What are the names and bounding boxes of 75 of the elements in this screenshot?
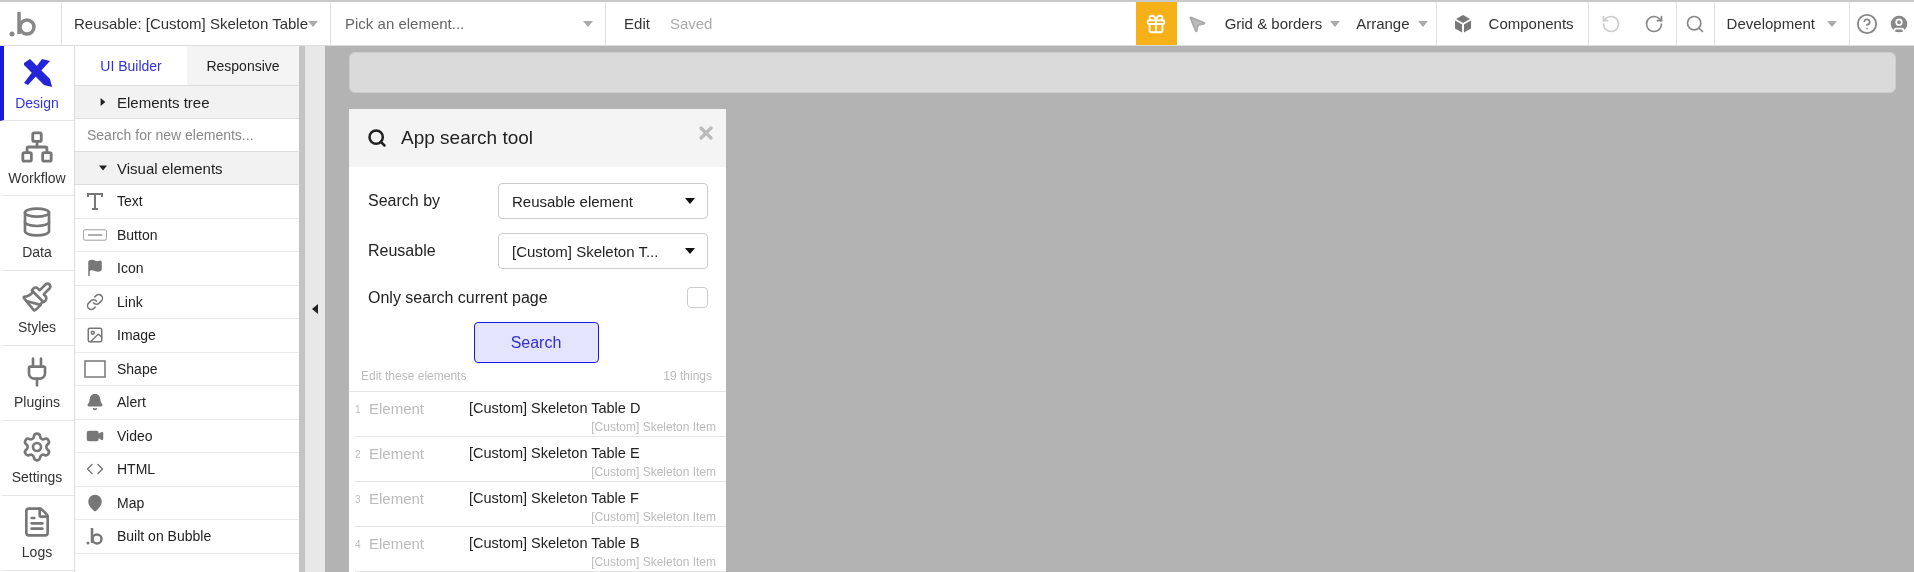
search-by-dropdown[interactable]: Reusable element [498,183,708,219]
button-icon [83,227,107,242]
result-name[interactable]: [Custom] Skeleton Table B [469,535,714,551]
row-number: 1 [355,403,362,415]
user-icon[interactable] [1888,12,1910,35]
saved-status: Saved [669,15,713,32]
nav-tab[interactable]: Logs [0,496,74,571]
nav-tab[interactable]: Settings [0,421,74,496]
arrange-dropdown[interactable]: Arrange [1348,2,1437,45]
element-picker[interactable]: Pick an element... [343,14,584,33]
field-label: Only search current page [368,288,548,307]
environment-dropdown[interactable]: Development [1714,2,1850,45]
element-item[interactable]: Shape [117,360,158,377]
grid-dropdown[interactable]: Grid & borders [1216,2,1349,45]
checkbox[interactable] [687,287,708,308]
field-label: Reusable [368,242,436,260]
panel-tab[interactable]: Responsive [187,46,299,86]
result-type: Element [369,445,426,462]
row-number: 3 [355,493,362,505]
paintbrush-icon [21,281,53,313]
caret-icon [1827,20,1837,27]
caret-icon [308,20,319,27]
result-parent: [Custom] Skeleton Item [591,510,716,524]
triangle-icon[interactable] [99,163,107,173]
gear-icon [21,431,53,463]
nav-tab[interactable]: Workflow [0,121,74,196]
nav-tab[interactable]: Styles [0,271,74,346]
field-label: Search by [368,192,441,210]
edit-link[interactable]: Edit [624,15,650,32]
panel-title: App search tool [401,127,534,149]
collapse-arrow-icon[interactable] [312,304,318,314]
results-count: 19 things [663,369,712,383]
caret-icon [685,248,695,254]
element-item[interactable]: Alert [117,394,146,411]
caret-icon [685,198,695,204]
nav-tab[interactable]: Plugins [0,346,74,421]
search-icon [367,128,387,148]
nav-tab[interactable]: Data [0,196,74,271]
database-icon [21,206,53,238]
element-item[interactable]: Image [117,327,156,344]
caret-icon [1330,20,1341,27]
triangle-icon[interactable] [99,97,107,107]
result-parent: [Custom] Skeleton Item [591,465,716,479]
element-item[interactable]: Text [117,193,143,210]
sitemap-icon [20,130,54,164]
square-icon [83,359,107,378]
row-number: 4 [355,538,362,550]
help-icon[interactable] [1856,12,1878,35]
gift-icon[interactable] [1145,12,1168,35]
element-item[interactable]: Map [117,494,145,511]
results-label: Edit these elements [361,369,467,383]
result-parent: [Custom] Skeleton Item [591,420,716,434]
element-item[interactable]: Built on Bubble [117,528,212,545]
result-name[interactable]: [Custom] Skeleton Table E [469,445,714,461]
result-name[interactable]: [Custom] Skeleton Table F [469,490,714,506]
element-item[interactable]: Button [117,226,158,243]
result-type: Element [369,400,426,417]
reusable-dropdown[interactable]: [Custom] Skeleton T... [498,233,708,269]
result-type: Element [369,490,426,507]
element-item[interactable]: HTML [117,461,156,478]
reusable-dropdown[interactable]: Reusable: [Custom] Skeleton Table [62,2,332,45]
search-button[interactable]: Search [473,322,599,363]
result-name[interactable]: [Custom] Skeleton Table D [469,400,714,416]
caret-icon [1417,20,1428,27]
caret-icon [583,20,594,27]
search-icon[interactable] [1685,13,1706,34]
row-number: 2 [355,448,362,460]
components-button[interactable]: Components [1436,2,1589,45]
element-item[interactable]: Video [117,427,153,444]
redo-icon[interactable] [1644,13,1665,34]
element-item[interactable]: Link [117,293,143,310]
logo-icon[interactable] [8,9,38,38]
result-parent: [Custom] Skeleton Item [591,555,716,569]
result-type: Element [369,535,426,552]
element-item[interactable]: Icon [117,260,144,277]
